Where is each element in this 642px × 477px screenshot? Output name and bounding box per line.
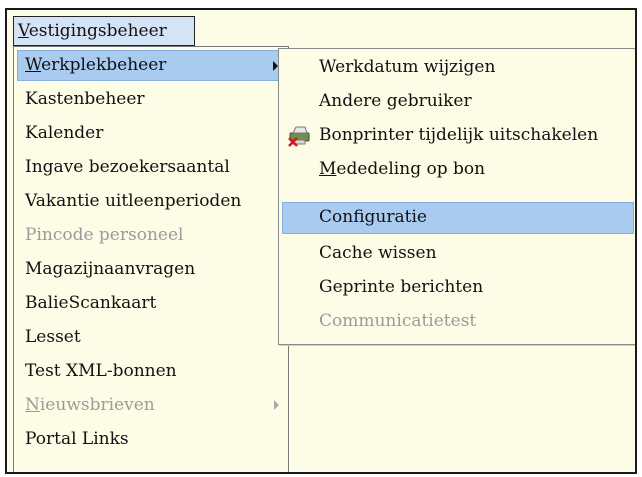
- submenu-item-mededeling-op-bon[interactable]: Mededeling op bon: [282, 154, 634, 186]
- menu-item-accelerator: N: [25, 395, 40, 415]
- menu-item-portal-links[interactable]: Portal Links: [17, 424, 285, 455]
- menu-item-label: Geprinte berichten: [319, 277, 484, 297]
- menu-item-label: Kastenbeheer: [25, 89, 145, 109]
- submenu-item-andere-gebruiker[interactable]: Andere gebruiker: [282, 86, 634, 118]
- menu-item-baliescankaart[interactable]: BalieScankaart: [17, 288, 285, 319]
- printer-disabled-icon: [288, 126, 310, 147]
- menu-item-label: Pincode personeel: [25, 225, 184, 245]
- menu-item-label: ededeling op bon: [336, 159, 486, 179]
- menu-item-label: ieuwsbrieven: [39, 395, 155, 415]
- menu-item-label: Cache wissen: [319, 243, 437, 263]
- werkplekbeheer-submenu: Werkdatum wijzigen Andere gebruiker Bonp…: [278, 48, 635, 345]
- menu-item-label: Ingave bezoekersaantal: [25, 157, 230, 177]
- menu-item-label: erkplekbeheer: [41, 55, 167, 75]
- menu-item-pincode-personeel: Pincode personeel: [17, 220, 285, 251]
- menu-label: estigingsbeheer: [28, 21, 167, 41]
- menu-item-label: Andere gebruiker: [319, 91, 472, 111]
- menu-item-label: Werkdatum wijzigen: [319, 57, 496, 77]
- menu-item-label: Communicatietest: [319, 311, 477, 331]
- menu-item-lesset[interactable]: Lesset: [17, 322, 285, 353]
- menu-item-accelerator: M: [319, 159, 337, 179]
- menu-item-magazijnaanvragen[interactable]: Magazijnaanvragen: [17, 254, 285, 285]
- menu-item-label: Lesset: [25, 327, 81, 347]
- submenu-item-bonprinter-uitschakelen[interactable]: Bonprinter tijdelijk uitschakelen: [282, 120, 634, 152]
- submenu-item-werkdatum-wijzigen[interactable]: Werkdatum wijzigen: [282, 52, 634, 84]
- menu-item-label: Magazijnaanvragen: [25, 259, 196, 279]
- submenu-item-communicatietest: Communicatietest: [282, 306, 634, 338]
- menu-vestigingsbeheer[interactable]: Vestigingsbeheer: [13, 16, 195, 46]
- menu-item-vakantie-uitleenperioden[interactable]: Vakantie uitleenperioden: [17, 186, 285, 217]
- menu-item-werkplekbeheer[interactable]: Werkplekbeheer: [17, 50, 285, 81]
- main-dropdown-menu: Werkplekbeheer Kastenbeheer Kalender Ing…: [13, 46, 289, 472]
- menu-item-test-xml-bonnen[interactable]: Test XML-bonnen: [17, 356, 285, 387]
- submenu-item-cache-wissen[interactable]: Cache wissen: [282, 238, 634, 270]
- menu-accelerator: V: [18, 21, 29, 41]
- menu-item-label: Kalender: [25, 123, 104, 143]
- menu-item-label: Test XML-bonnen: [25, 361, 177, 381]
- application-window: Vestigingsbeheer Werkplekbeheer Kastenbe…: [5, 8, 637, 474]
- menu-item-kalender[interactable]: Kalender: [17, 118, 285, 149]
- submenu-item-configuratie[interactable]: Configuratie: [282, 202, 634, 234]
- menu-item-label: Configuratie: [319, 207, 427, 227]
- menu-item-nieuwsbrieven: Nieuwsbrieven: [17, 390, 285, 421]
- menu-item-label: BalieScankaart: [25, 293, 157, 313]
- menu-item-label: Vakantie uitleenperioden: [25, 191, 242, 211]
- menu-item-accelerator: W: [25, 55, 42, 75]
- submenu-item-geprinte-berichten[interactable]: Geprinte berichten: [282, 272, 634, 304]
- submenu-arrow-icon: [274, 400, 279, 410]
- menu-item-label: Portal Links: [25, 429, 129, 449]
- menu-item-label: Bonprinter tijdelijk uitschakelen: [319, 125, 599, 145]
- menu-item-kastenbeheer[interactable]: Kastenbeheer: [17, 84, 285, 115]
- menu-item-ingave-bezoekersaantal[interactable]: Ingave bezoekersaantal: [17, 152, 285, 183]
